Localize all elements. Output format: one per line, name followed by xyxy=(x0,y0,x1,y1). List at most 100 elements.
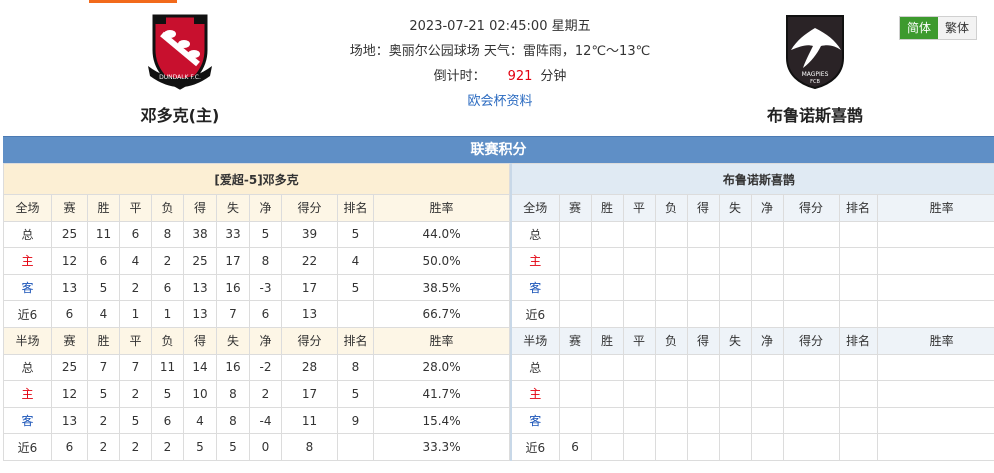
away-stat-cell xyxy=(654,220,688,249)
home-stat-cell: 66.7% xyxy=(372,300,511,328)
away-stat-cell xyxy=(876,273,994,302)
away-stat-cell xyxy=(876,380,994,408)
home-row-label: 近6 xyxy=(3,433,52,461)
away-stat-cell xyxy=(838,300,878,328)
home-stat-cell: 11 xyxy=(151,353,184,382)
away-column-header: 赛 xyxy=(558,326,592,355)
home-column-header: 胜率 xyxy=(372,194,511,222)
table-row: 近6 6 xyxy=(510,433,994,461)
away-stat-cell xyxy=(622,353,656,382)
home-column-header: 得 xyxy=(183,326,217,355)
away-stat-cell xyxy=(750,380,784,408)
home-team[interactable]: DUNDALK F.C. 邓多克(主) xyxy=(105,10,255,126)
home-stat-cell: 5 xyxy=(183,433,217,461)
home-stat-cell: 2 xyxy=(87,433,120,461)
away-stat-cell xyxy=(654,300,688,328)
home-stat-cell: 4 xyxy=(337,247,374,275)
away-stat-cell xyxy=(718,406,752,435)
away-logo-sub: FCB xyxy=(810,79,820,85)
away-stat-cell xyxy=(718,300,752,328)
away-stat-cell xyxy=(838,433,878,461)
away-team-name[interactable]: 布鲁诺斯喜鹊 xyxy=(740,102,890,126)
table-row: 客 xyxy=(510,406,994,435)
match-datetime: 2023-07-21 02:45:00 星期五 xyxy=(409,19,591,34)
away-stat-cell xyxy=(782,406,840,435)
away-stat-cell: 6 xyxy=(558,433,592,461)
home-column-header: 负 xyxy=(151,326,184,355)
home-stat-cell: 2 xyxy=(87,406,120,435)
home-stat-cell: 13 xyxy=(51,273,88,302)
home-stat-cell: 6 xyxy=(151,406,184,435)
away-stat-cell xyxy=(876,300,994,328)
away-stat-cell xyxy=(718,380,752,408)
away-stat-cell xyxy=(718,273,752,302)
away-stat-cell xyxy=(838,353,878,382)
home-stat-cell: 5 xyxy=(87,273,120,302)
away-stat-cell xyxy=(686,220,720,249)
home-column-header: 负 xyxy=(151,194,184,222)
table-row: 主 xyxy=(510,380,994,408)
away-column-header: 平 xyxy=(622,194,656,222)
home-stat-cell: 16 xyxy=(216,273,250,302)
away-stat-cell xyxy=(686,433,720,461)
away-stat-cell xyxy=(654,380,688,408)
home-stat-cell: 5 xyxy=(151,380,184,408)
away-stat-cell xyxy=(750,220,784,249)
away-stat-cell xyxy=(558,273,592,302)
league-standings: 联赛积分 [爱超-5]邓多克 全场赛胜平负得失净得分 排名 胜率总 25 11 6 8 38 33… xyxy=(2,136,994,461)
home-stat-cell: 4 xyxy=(87,300,120,328)
home-stat-cell: 6 xyxy=(87,247,120,275)
home-stat-cell: 6 xyxy=(51,433,88,461)
away-team-logo-icon: MAGPIES FCB xyxy=(786,15,844,90)
simplified-chinese-button[interactable]: 简体 xyxy=(900,17,938,39)
standings-title: 联赛积分 xyxy=(3,136,994,163)
away-stat-cell xyxy=(654,406,688,435)
home-stat-cell: 12 xyxy=(51,380,88,408)
home-stat-cell: 5 xyxy=(249,220,282,249)
away-team[interactable]: MAGPIES FCB 布鲁诺斯喜鹊 xyxy=(740,10,890,126)
away-stat-cell xyxy=(750,300,784,328)
home-stat-cell: 1 xyxy=(119,300,152,328)
home-stat-cell: 12 xyxy=(51,247,88,275)
home-stat-cell: 14 xyxy=(183,353,217,382)
away-column-header: 胜 xyxy=(590,194,624,222)
match-info: 2023-07-21 02:45:00 星期五 场地：奥丽尔公园球场 天气：雷阵… xyxy=(300,14,700,114)
home-stat-cell: 17 xyxy=(281,380,338,408)
home-stat-cell: 7 xyxy=(87,353,120,382)
home-column-header: 得分 xyxy=(281,326,338,355)
home-stat-cell: 17 xyxy=(281,273,338,302)
home-stat-cell: 11 xyxy=(281,406,338,435)
countdown-unit: 分钟 xyxy=(540,69,567,84)
away-row-label: 总 xyxy=(510,353,560,382)
home-team-name[interactable]: 邓多克(主) xyxy=(105,102,255,126)
home-stat-cell: 7 xyxy=(119,353,152,382)
home-team-logo-icon: DUNDALK F.C. xyxy=(148,14,212,90)
away-stat-cell xyxy=(718,247,752,275)
venue-weather: 场地：奥丽尔公园球场 天气：雷阵雨，12℃～13℃ xyxy=(349,44,651,59)
home-stat-cell: 8 xyxy=(151,220,184,249)
away-stat-cell xyxy=(622,300,656,328)
home-stat-cell: 1 xyxy=(151,300,184,328)
away-stat-cell xyxy=(876,433,994,461)
table-row: 总 xyxy=(510,220,994,249)
away-stat-cell xyxy=(838,220,878,249)
home-stat-cell xyxy=(337,300,374,328)
table-row: 总 25 7 7 11 14 16 -2 28 8 28.0% xyxy=(3,353,511,382)
away-stat-cell xyxy=(558,380,592,408)
cup-info-link[interactable]: 欧会杯资料 xyxy=(467,94,532,109)
traditional-chinese-button[interactable]: 繁体 xyxy=(938,17,976,39)
language-switch: 简体 繁体 xyxy=(899,16,977,40)
home-stat-cell: 11 xyxy=(87,220,120,249)
away-stat-cell xyxy=(782,380,840,408)
home-column-header: 失 xyxy=(216,326,250,355)
away-column-header: 排名 xyxy=(838,194,878,222)
away-half-header-row: 半场赛胜平负得失净得分 排名 胜率 xyxy=(510,326,994,355)
away-stat-cell xyxy=(838,273,878,302)
home-stat-cell: 8 xyxy=(216,380,250,408)
countdown-value: 921 xyxy=(507,69,533,84)
away-stat-cell xyxy=(718,433,752,461)
away-stat-cell xyxy=(782,247,840,275)
away-stat-cell xyxy=(654,353,688,382)
home-stat-cell: 2 xyxy=(151,247,184,275)
away-stat-cell xyxy=(838,380,878,408)
